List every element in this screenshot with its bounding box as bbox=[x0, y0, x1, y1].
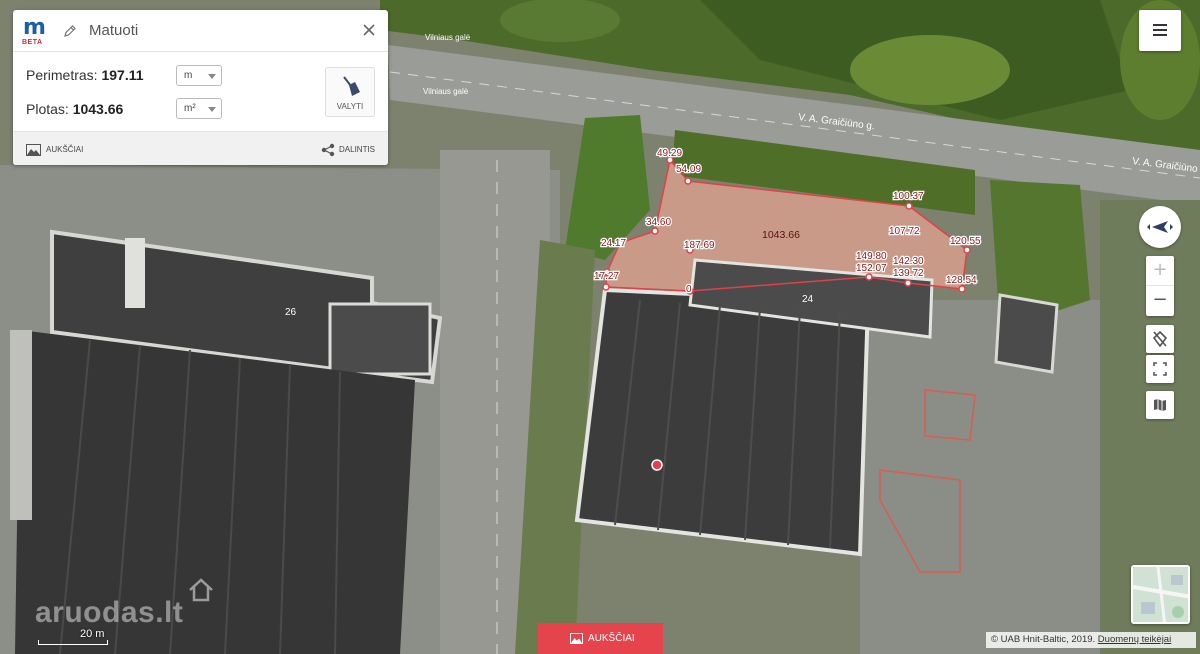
copyright-bar: © UAB Hnit-Baltic, 2019. Duomenų teikėja… bbox=[986, 632, 1196, 648]
scale-label: 20 m bbox=[80, 628, 105, 640]
clear-button[interactable]: VALYTI bbox=[325, 67, 375, 117]
compass-icon bbox=[1147, 221, 1173, 233]
vertex-distance-label: 17.27 bbox=[594, 271, 619, 282]
zoom-in-button[interactable]: + bbox=[1146, 256, 1174, 286]
measure-vertex-marker[interactable] bbox=[963, 246, 971, 254]
watermark-text: aruodas.lt bbox=[35, 596, 184, 629]
map-layers-button[interactable] bbox=[1146, 391, 1174, 419]
heights-link-label: AUKŠČIAI bbox=[46, 145, 84, 154]
measure-vertex-marker[interactable] bbox=[602, 283, 610, 291]
image-icon bbox=[26, 144, 41, 156]
share-icon bbox=[321, 143, 335, 157]
area-unit-value: m² bbox=[184, 103, 196, 114]
vertex-distance-label: 54.09 bbox=[676, 164, 701, 175]
share-link-label: DALINTIS bbox=[339, 145, 376, 154]
map-layers-icon bbox=[1154, 399, 1166, 411]
vertex-distance-label: 128.54 bbox=[946, 275, 977, 286]
perimeter-row: Perimetras: 197.11 bbox=[26, 67, 144, 83]
clear-button-label: VALYTI bbox=[336, 102, 364, 111]
measure-panel: m BETA Matuoti Perimetras: 197.11 m Plot… bbox=[13, 10, 388, 165]
share-link[interactable]: DALINTIS bbox=[321, 143, 375, 157]
measure-vertex-marker[interactable] bbox=[651, 227, 659, 235]
chevron-down-icon bbox=[208, 107, 216, 112]
copyright-text: © UAB Hnit-Baltic, 2019. bbox=[991, 634, 1098, 645]
building-number-26: 26 bbox=[285, 307, 297, 318]
vertex-distance-label: 24.17 bbox=[601, 238, 626, 249]
compass-button[interactable] bbox=[1139, 206, 1181, 248]
location-button[interactable] bbox=[1146, 325, 1174, 353]
vertex-distance-label: 120.55 bbox=[950, 236, 981, 247]
measure-vertex-marker[interactable] bbox=[904, 279, 912, 287]
data-providers-link[interactable]: Duomenų teikėjai bbox=[1098, 634, 1171, 645]
building-number-24: 24 bbox=[802, 294, 814, 305]
perimeter-label: Perimetras: bbox=[26, 67, 98, 83]
vertex-distance-label: 139.72 bbox=[893, 268, 924, 279]
vertex-distance-label: 107.72 bbox=[889, 226, 920, 237]
fullscreen-icon bbox=[1153, 362, 1167, 376]
measure-vertex-marker[interactable] bbox=[865, 273, 873, 281]
vertex-distance-label: 149.80 bbox=[856, 251, 887, 262]
vertex-distance-label: 142.30 bbox=[893, 256, 924, 267]
zoom-out-button[interactable]: − bbox=[1146, 286, 1174, 316]
menu-button[interactable] bbox=[1139, 10, 1181, 51]
bus-stop-label: Vilniaus galė bbox=[423, 87, 469, 96]
zoom-control: + − bbox=[1146, 256, 1174, 316]
perimeter-value: 197.11 bbox=[101, 67, 144, 83]
measure-vertex-marker[interactable] bbox=[684, 177, 692, 185]
area-label: Plotas: bbox=[26, 101, 69, 117]
minimap-thumbnail[interactable] bbox=[1131, 565, 1190, 624]
fullscreen-button[interactable] bbox=[1146, 355, 1174, 383]
beta-badge: BETA bbox=[22, 39, 43, 46]
minimap-image bbox=[1133, 567, 1188, 622]
panel-title: Matuoti bbox=[89, 22, 139, 39]
measure-vertex-marker[interactable] bbox=[958, 285, 966, 293]
area-value: 1043.66 bbox=[72, 101, 124, 117]
image-icon bbox=[570, 633, 583, 644]
house-logo-icon bbox=[189, 578, 213, 602]
heights-button-label: AUKŠČIAI bbox=[588, 633, 635, 644]
close-icon[interactable] bbox=[362, 23, 376, 37]
area-row: Plotas: 1043.66 bbox=[26, 101, 123, 117]
panel-header: m BETA Matuoti bbox=[13, 10, 388, 52]
panel-footer: AUKŠČIAI DALINTIS bbox=[13, 131, 388, 165]
logo-letter: m bbox=[23, 15, 46, 40]
perimeter-unit-select[interactable]: m bbox=[176, 65, 222, 86]
bus-stop-label: Vilniaus galė bbox=[425, 33, 471, 42]
pencil-icon bbox=[64, 25, 76, 37]
area-unit-select[interactable]: m² bbox=[176, 98, 222, 119]
vertex-distance-label: 187.69 bbox=[684, 240, 715, 251]
vertex-distance-label: 152.07 bbox=[856, 263, 887, 274]
measure-vertex-marker[interactable] bbox=[905, 202, 913, 210]
heights-button[interactable]: AUKŠČIAI bbox=[538, 623, 663, 654]
app-logo[interactable]: m BETA bbox=[22, 15, 46, 47]
measured-area-label: 1043.66 bbox=[762, 229, 800, 241]
vertex-distance-label: 0 bbox=[686, 284, 692, 295]
scale-bar bbox=[38, 640, 108, 645]
broom-icon bbox=[343, 76, 360, 96]
chevron-down-icon bbox=[208, 74, 216, 79]
vertex-distance-label: 34.60 bbox=[646, 217, 671, 228]
vertex-distance-label: 49.29 bbox=[657, 148, 682, 159]
location-off-icon bbox=[1152, 330, 1168, 348]
vertex-distance-label: 100.37 bbox=[893, 191, 924, 202]
perimeter-unit-value: m bbox=[184, 70, 193, 81]
